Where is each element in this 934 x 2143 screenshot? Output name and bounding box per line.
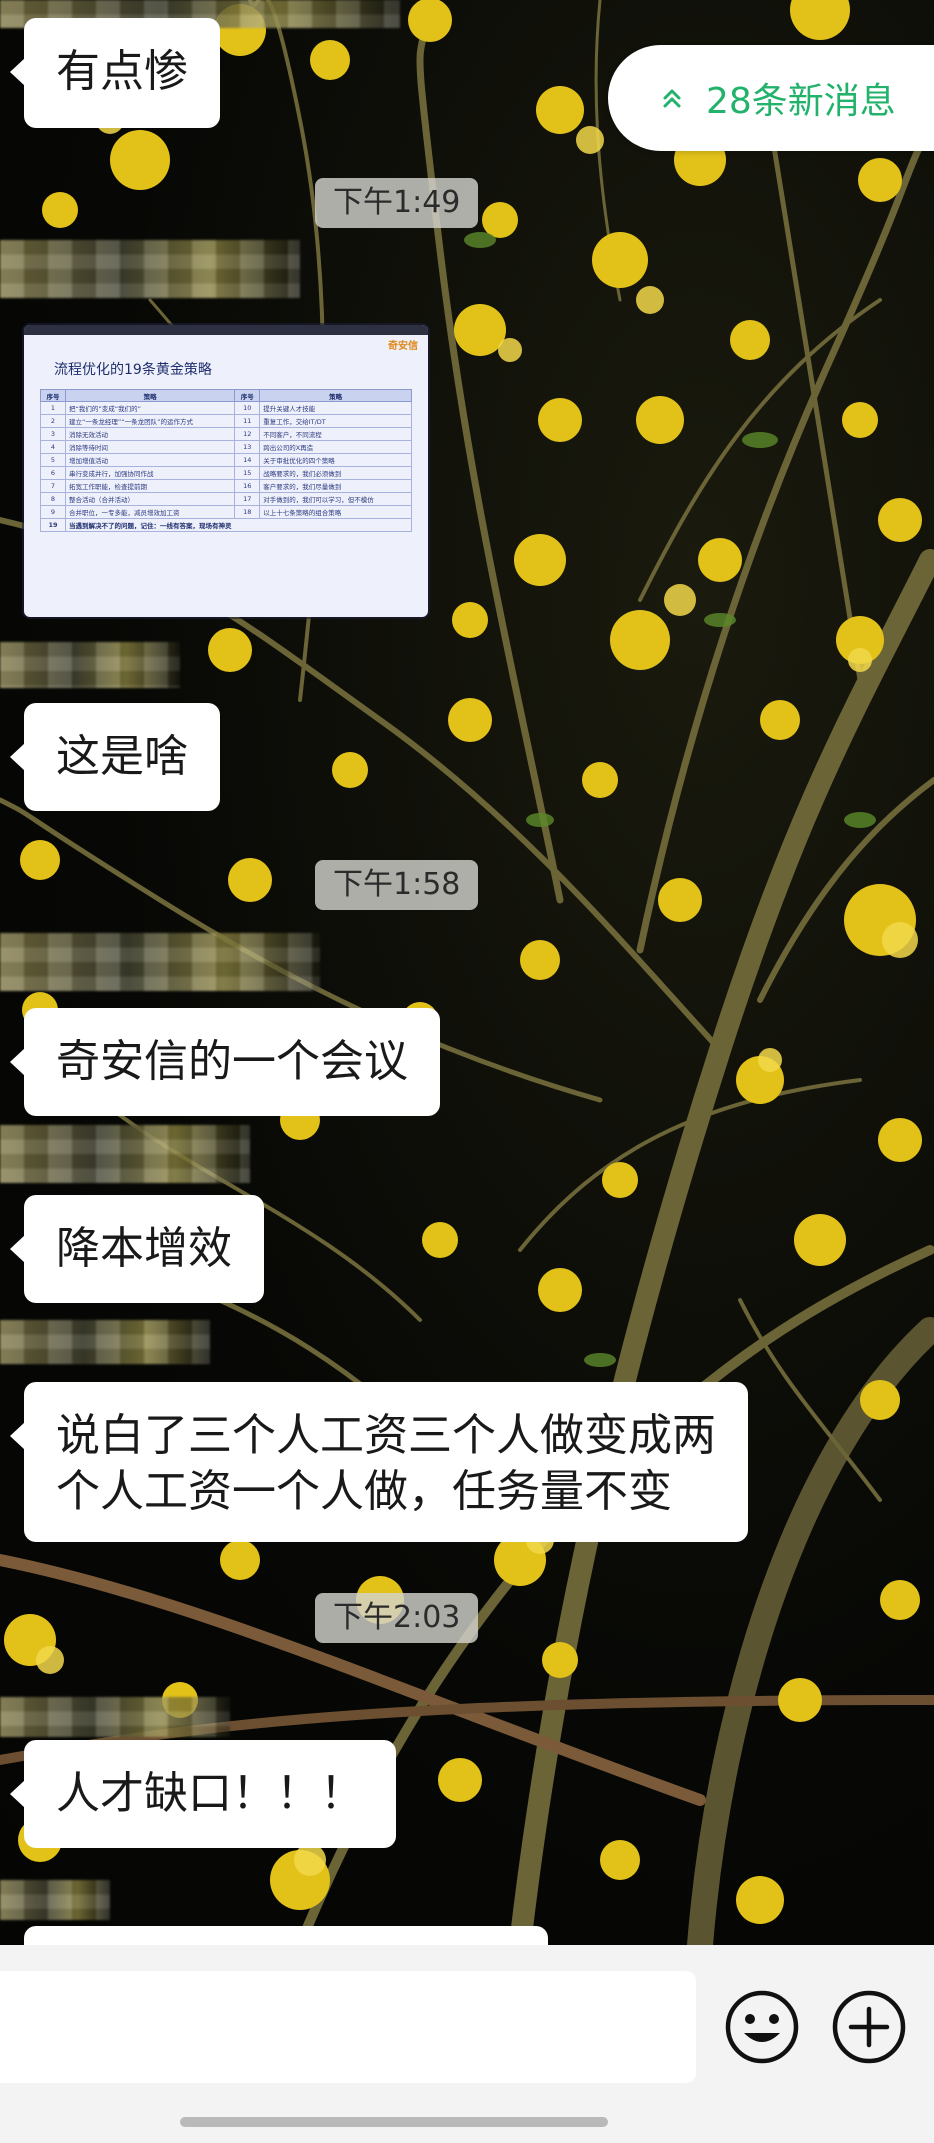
table-cell: 1	[40, 401, 66, 415]
message-bubble[interactable]: 有点惨	[10, 18, 220, 128]
column-header: 序号	[234, 389, 261, 402]
table-cell: 拓宽工作职能，检查提前期	[64, 479, 236, 493]
message-input[interactable]	[0, 1971, 696, 2083]
message-bubble[interactable]: 这是啥	[10, 703, 220, 811]
table-cell: 17	[234, 492, 261, 506]
table-cell: 对手做到的，我们可以学习，但不模仿	[259, 492, 412, 506]
message-bubble[interactable]: 奇安信的一个会议	[10, 1008, 440, 1116]
message-bubble[interactable]: 降本增效	[10, 1195, 264, 1303]
table-cell: 以上十七条策略的组合策略	[259, 505, 412, 519]
table-cell: 客户要求的，我们尽量做到	[259, 479, 412, 493]
table-cell: 12	[234, 427, 261, 441]
table-cell: 合并职位，一专多能，减员增效加工资	[64, 505, 236, 519]
chat-input-bar	[0, 1945, 934, 2143]
timestamp: 下午2:03	[315, 1593, 479, 1643]
table-cell: 18	[234, 505, 261, 519]
message-bubble[interactable]: 说白了三个人工资三个人做变成两 个人工资一个人做，任务量不变	[10, 1382, 748, 1542]
table-row: 5 增加增值活动 14 关于审批优化的四个策略	[40, 453, 412, 467]
smiley-icon[interactable]	[722, 1987, 802, 2067]
slide-top-bar	[24, 325, 428, 335]
timestamp: 下午1:49	[315, 178, 479, 228]
new-messages-button[interactable]: 28条新消息	[608, 45, 934, 151]
table-row: 8 整合活动（合并活动） 17 对手做到的，我们可以学习，但不模仿	[40, 492, 412, 506]
table-row: 7 拓宽工作职能，检查提前期 16 客户要求的，我们尽量做到	[40, 479, 412, 493]
table-cell: 关于审批优化的四个策略	[259, 453, 412, 467]
new-messages-label: 28条新消息	[706, 81, 896, 122]
double-chevron-up-icon	[663, 89, 681, 108]
timestamp: 下午1:58	[315, 860, 479, 910]
table-cell: 15	[234, 466, 261, 480]
column-header: 序号	[40, 389, 66, 402]
table-cell: 19	[40, 518, 66, 532]
table-cell: 6	[40, 466, 66, 480]
table-cell: 13	[234, 440, 261, 454]
table-cell: 9	[40, 505, 66, 519]
table-cell: 14	[234, 453, 261, 467]
table-cell: 提升关键人才技能	[259, 401, 412, 415]
table-footer-row: 19 当遇到解决不了的问题，记住：一线有答案，现场有神灵	[40, 518, 412, 532]
table-cell: 串行变成并行，加强协同作战	[64, 466, 236, 480]
table-cell: 10	[234, 401, 261, 415]
image-message[interactable]: 奇安信 流程优化的19条黄金策略 序号 策略 序号 策略 1 把“我们的”变成“…	[24, 325, 428, 617]
table-cell: 战略要求的，我们必须做到	[259, 466, 412, 480]
table-cell: 重复工作，交给IT/DT	[259, 414, 412, 428]
table-cell: 不同客户，不同流程	[259, 427, 412, 441]
table-cell: 建立“一条龙经理”“一条龙团队”的运作方式	[64, 414, 236, 428]
sender-name-blurred	[0, 1697, 230, 1737]
table-cell: 把“我们的”变成“我们的”	[64, 401, 236, 415]
message-bubble[interactable]: 人才缺口！！！	[10, 1740, 396, 1848]
table-cell: 消除等待时间	[64, 440, 236, 454]
sender-name-blurred	[0, 933, 320, 991]
table-cell: 跨出公司的X再造	[259, 440, 412, 454]
table-row: 4 消除等待时间 13 跨出公司的X再造	[40, 440, 412, 454]
table-row: 1 把“我们的”变成“我们的” 10 提升关键人才技能	[40, 401, 412, 415]
table-cell: 11	[234, 414, 261, 428]
slide-title: 流程优化的19条黄金策略	[54, 362, 212, 378]
table-row: 2 建立“一条龙经理”“一条龙团队”的运作方式 11 重复工作，交给IT/DT	[40, 414, 412, 428]
sender-name-blurred	[0, 1880, 110, 1920]
table-cell: 当遇到解决不了的问题，记住：一线有答案，现场有神灵	[65, 518, 412, 532]
table-header-row: 序号 策略 序号 策略	[40, 389, 412, 402]
slide-logo: 奇安信	[388, 341, 418, 352]
table-cell: 8	[40, 492, 66, 506]
sender-name-blurred	[0, 240, 300, 298]
sender-name-blurred	[0, 1125, 250, 1183]
home-indicator	[180, 2117, 608, 2127]
plus-circle-icon[interactable]	[829, 1987, 909, 2067]
table-cell: 2	[40, 414, 66, 428]
table-cell: 5	[40, 453, 66, 467]
table-cell: 7	[40, 479, 66, 493]
table-cell: 消除无效活动	[64, 427, 236, 441]
table-cell: 整合活动（合并活动）	[64, 492, 236, 506]
table-row: 9 合并职位，一专多能，减员增效加工资 18 以上十七条策略的组合策略	[40, 505, 412, 519]
sender-name-blurred	[0, 642, 180, 688]
sender-name-blurred	[0, 1320, 210, 1364]
column-header: 策略	[259, 389, 412, 402]
table-cell: 4	[40, 440, 66, 454]
table-row: 6 串行变成并行，加强协同作战 15 战略要求的，我们必须做到	[40, 466, 412, 480]
table-cell: 增加增值活动	[64, 453, 236, 467]
table-row: 3 消除无效活动 12 不同客户，不同流程	[40, 427, 412, 441]
slide-table: 序号 策略 序号 策略 1 把“我们的”变成“我们的” 10 提升关键人才技能 …	[40, 389, 412, 532]
table-cell: 16	[234, 479, 261, 493]
column-header: 策略	[64, 389, 236, 402]
table-cell: 3	[40, 427, 66, 441]
